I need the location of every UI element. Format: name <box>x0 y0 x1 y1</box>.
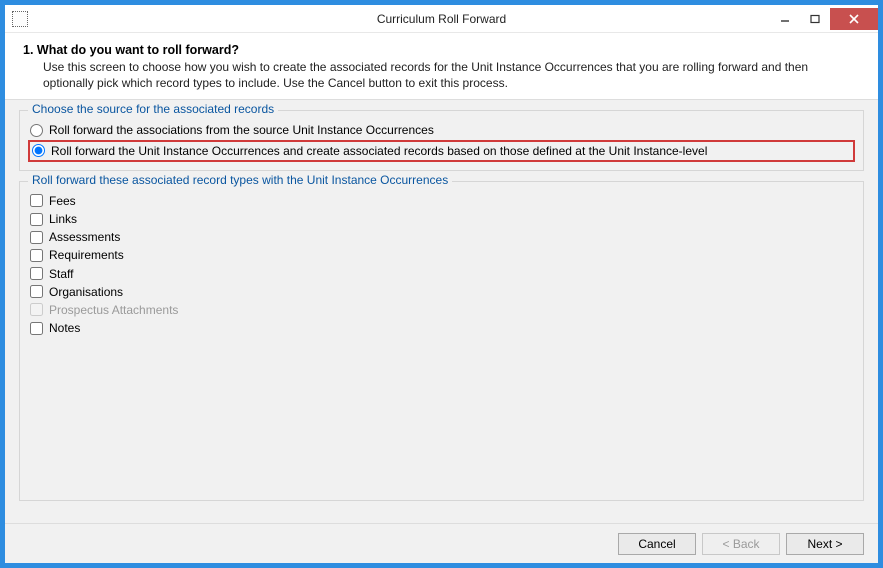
source-groupbox: Choose the source for the associated rec… <box>19 110 864 170</box>
close-icon <box>848 13 860 25</box>
minimize-icon <box>780 14 790 24</box>
source-legend: Choose the source for the associated rec… <box>28 102 278 116</box>
window-title: Curriculum Roll Forward <box>5 12 878 26</box>
checkbox-assessments[interactable] <box>30 231 43 244</box>
checkbox-requirements[interactable] <box>30 249 43 262</box>
checkbox-label: Links <box>49 211 77 227</box>
checkbox-label: Prospectus Attachments <box>49 302 178 318</box>
checkbox-label: Fees <box>49 193 76 209</box>
maximize-icon <box>810 14 820 24</box>
window-controls <box>770 8 878 30</box>
wizard-body: Choose the source for the associated rec… <box>5 100 878 523</box>
window-frame: Curriculum Roll Forward 1. What do you w… <box>4 4 879 564</box>
radio-label: Roll forward the Unit Instance Occurrenc… <box>51 143 707 159</box>
step-description: Use this screen to choose how you wish t… <box>43 59 860 91</box>
checkbox-row-assessments[interactable]: Assessments <box>30 228 853 246</box>
wizard-header: 1. What do you want to roll forward? Use… <box>5 33 878 100</box>
checkbox-row-notes[interactable]: Notes <box>30 319 853 337</box>
checkbox-organisations[interactable] <box>30 285 43 298</box>
radio-option-unit-instance-level[interactable]: Roll forward the Unit Instance Occurrenc… <box>28 140 855 162</box>
checkbox-label: Requirements <box>49 247 124 263</box>
checkbox-notes[interactable] <box>30 322 43 335</box>
checkbox-links[interactable] <box>30 213 43 226</box>
checkbox-label: Staff <box>49 266 73 282</box>
app-icon <box>12 11 28 27</box>
checkbox-label: Notes <box>49 320 80 336</box>
step-heading: 1. What do you want to roll forward? <box>23 43 860 57</box>
record-types-legend: Roll forward these associated record typ… <box>28 173 452 187</box>
radio-option-source-uio[interactable]: Roll forward the associations from the s… <box>30 121 853 139</box>
radio-input-unit-instance-level[interactable] <box>32 144 45 157</box>
checkbox-prospectus-attachments <box>30 303 43 316</box>
checkbox-row-organisations[interactable]: Organisations <box>30 283 853 301</box>
titlebar: Curriculum Roll Forward <box>5 5 878 33</box>
checkbox-label: Organisations <box>49 284 123 300</box>
radio-label: Roll forward the associations from the s… <box>49 122 434 138</box>
cancel-button[interactable]: Cancel <box>618 533 696 555</box>
record-types-groupbox: Roll forward these associated record typ… <box>19 181 864 501</box>
checkbox-staff[interactable] <box>30 267 43 280</box>
minimize-button[interactable] <box>770 8 800 30</box>
checkbox-fees[interactable] <box>30 194 43 207</box>
next-button[interactable]: Next > <box>786 533 864 555</box>
maximize-button[interactable] <box>800 8 830 30</box>
wizard-footer: Cancel < Back Next > <box>5 523 878 563</box>
checkbox-label: Assessments <box>49 229 120 245</box>
close-button[interactable] <box>830 8 878 30</box>
radio-input-source-uio[interactable] <box>30 124 43 137</box>
checkbox-row-prospectus-attachments: Prospectus Attachments <box>30 301 853 319</box>
back-button: < Back <box>702 533 780 555</box>
checkbox-row-staff[interactable]: Staff <box>30 265 853 283</box>
checkbox-row-links[interactable]: Links <box>30 210 853 228</box>
checkbox-row-requirements[interactable]: Requirements <box>30 246 853 264</box>
checkbox-row-fees[interactable]: Fees <box>30 192 853 210</box>
